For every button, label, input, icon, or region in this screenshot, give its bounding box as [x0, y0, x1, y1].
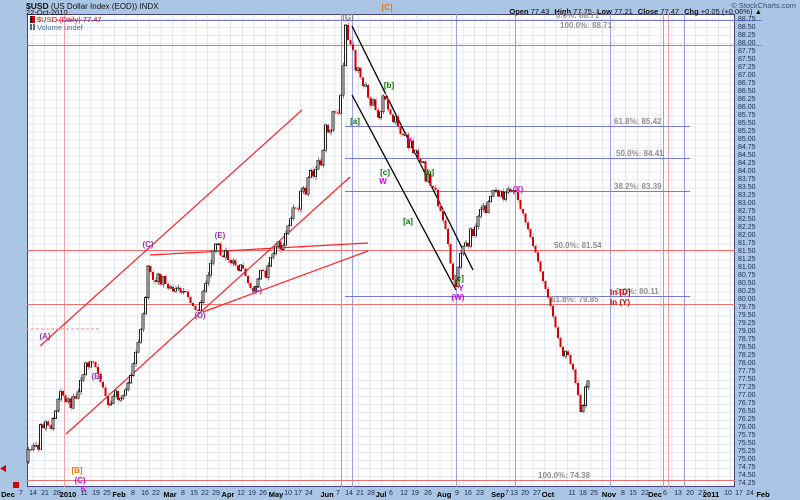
chart-annotation: 50.0%: 81.54: [554, 242, 602, 250]
chart-annotation: [a]: [350, 118, 360, 126]
chart-annotation: (E): [215, 232, 226, 240]
chart-annotation: 100.0%: 74.38: [538, 472, 590, 480]
chart-annotation: 0.0%: 88.71: [556, 12, 599, 20]
chart-annotation: In [D]: [610, 289, 630, 297]
chart-annotation: (C): [142, 241, 153, 249]
chart-annotation: [a]: [403, 218, 413, 226]
annotation-layer: 0.0%: 88.71 100.0%: 88.71 61.8%: 85.42 50.0…: [0, 0, 800, 500]
chart-annotation: [b]: [424, 169, 434, 177]
chart-annotation: 5: [81, 486, 85, 494]
chart-annotation: (W): [452, 294, 465, 302]
chart-annotation: [c]: [454, 275, 464, 283]
chart-annotation: 38.2%: 83.39: [614, 183, 662, 191]
chart-annotation: (C): [74, 477, 85, 485]
chart-annotation: [c]: [380, 169, 390, 177]
chart-annotation: (B): [91, 373, 102, 381]
chart-annotation: Y: [458, 285, 463, 293]
chart-annotation: [b]: [384, 82, 394, 90]
chart-annotation: (X): [513, 186, 524, 194]
chart-annotation: [B]: [71, 467, 82, 475]
chart-annotation: W: [379, 178, 387, 186]
chart-annotation: [C]: [381, 4, 392, 12]
stockcharts-chart: $USD (US Dollar Index (EOD)) INDX 22-Oct…: [0, 0, 800, 500]
chart-annotation: (A): [39, 333, 50, 341]
chart-annotation: 61.8%: 79.85: [551, 296, 599, 304]
chart-annotation: (G): [342, 14, 354, 22]
chart-annotation: x: [408, 136, 412, 144]
chart-annotation: 50.0%: 84.41: [616, 150, 664, 158]
chart-annotation: 61.8%: 85.42: [614, 118, 662, 126]
chart-annotation: In (Y): [610, 299, 630, 307]
chart-annotation: 100.0%: 88.71: [560, 22, 612, 30]
chart-annotation: (D): [194, 312, 205, 320]
chart-annotation: (F): [252, 287, 262, 295]
